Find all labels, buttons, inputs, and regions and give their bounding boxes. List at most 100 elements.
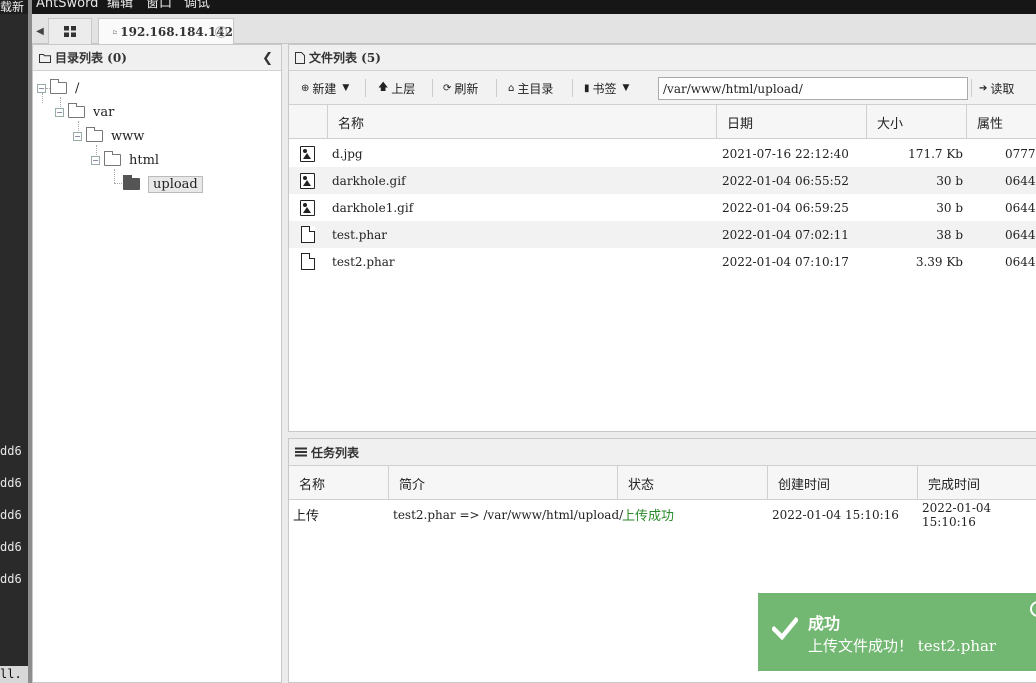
collapse-icon[interactable]: − <box>55 107 64 117</box>
file-attr: 0644 <box>1005 254 1036 269</box>
tree-node-html[interactable]: − html <box>91 151 159 169</box>
file-icon <box>295 51 305 64</box>
home-icon: ⌂ <box>508 82 515 94</box>
tree-node-label: upload <box>148 175 203 193</box>
task-grid-header: 名称 简介 状态 创建时间 完成时间 <box>289 466 1036 500</box>
close-icon[interactable]: ✕ <box>215 26 227 38</box>
file-grid-header: 名称 日期 大小 属性 <box>289 105 1036 139</box>
read-button[interactable]: ➔ 读取 <box>979 79 1014 97</box>
terminal-header-text: 载新 <box>0 0 28 14</box>
menu-edit[interactable]: 编辑 <box>107 0 133 10</box>
column-date[interactable]: 日期 <box>717 105 867 139</box>
background-terminal: 载新 dd6 dd6 dd6 dd6 dd6 ll. <box>0 0 28 683</box>
file-attr: 0644 <box>1005 200 1036 215</box>
tab-home[interactable] <box>48 18 92 44</box>
file-row[interactable]: d.jpg 2021-07-16 22:12:40 171.7 Kb 0777 <box>289 140 1036 167</box>
task-name: 上传 <box>293 509 320 524</box>
terminal-line: dd6 <box>0 444 22 458</box>
refresh-button-label: 刷新 <box>454 81 479 96</box>
terminal-line: dd6 <box>0 572 22 586</box>
file-name: d.jpg <box>332 146 363 161</box>
image-file-icon <box>300 145 315 162</box>
menu-window[interactable]: 窗口 <box>146 0 172 10</box>
file-row[interactable]: darkhole1.gif 2022-01-04 06:59:25 30 b 0… <box>289 194 1036 221</box>
grid-icon <box>64 26 76 37</box>
task-panel-header: 任务列表 <box>289 439 1036 466</box>
success-toast[interactable]: 成功 上传文件成功！ test2.phar <box>758 593 1036 671</box>
tab-host[interactable]: 192.168.184.142 ✕ <box>98 18 234 45</box>
collapse-icon[interactable]: − <box>91 155 100 165</box>
file-date: 2022-01-04 07:10:17 <box>722 254 849 269</box>
bookmark-button[interactable]: ▮ 书签 ▼ <box>584 79 629 97</box>
refresh-icon: ⟳ <box>443 82 452 94</box>
refresh-button[interactable]: ⟳ 刷新 <box>443 79 478 97</box>
task-column-finished[interactable]: 完成时间 <box>918 466 1036 500</box>
file-size: 30 b <box>936 200 963 215</box>
tree-node-upload[interactable]: upload <box>123 175 203 193</box>
menu-bar: AntSword 编辑 窗口 调试 <box>32 0 1036 14</box>
column-name[interactable]: 名称 <box>328 105 717 139</box>
bookmark-button-label: 书签 <box>592 81 617 96</box>
directory-panel-title: 目录列表 (0) <box>55 51 127 65</box>
read-button-label: 读取 <box>990 81 1015 96</box>
path-input[interactable] <box>658 77 968 100</box>
task-created: 2022-01-04 15:10:16 <box>772 507 899 522</box>
terminal-line: dd6 <box>0 508 22 522</box>
tree-node-root[interactable]: − / <box>37 79 79 97</box>
task-row[interactable]: 上传 test2.phar => /var/www/html/upload/ 上… <box>289 501 1036 529</box>
task-column-status[interactable]: 状态 <box>618 466 768 500</box>
close-icon[interactable] <box>1030 601 1036 617</box>
file-date: 2021-07-16 22:12:40 <box>722 146 849 161</box>
caret-down-icon: ▼ <box>342 83 350 93</box>
folder-icon <box>68 103 85 118</box>
up-button[interactable]: 🡅 上层 <box>378 79 415 97</box>
file-panel-title: 文件列表 (5) <box>309 51 381 65</box>
file-toolbar: ⊕ 新建 ▼ 🡅 上层 ⟳ 刷新 ⌂ 主目录 ▮ 书签 ▼ ➔ 读取 <box>289 71 1036 105</box>
column-attr[interactable]: 属性 <box>967 105 1036 139</box>
plus-circle-icon: ⊕ <box>301 82 310 94</box>
tab-scroll-left-icon[interactable]: ◀ <box>34 18 46 44</box>
arrow-up-icon: 🡅 <box>378 81 389 93</box>
task-column-created[interactable]: 创建时间 <box>768 466 918 500</box>
folder-icon <box>86 127 103 142</box>
file-icon <box>301 253 315 270</box>
collapse-icon[interactable]: − <box>73 131 82 141</box>
folder-icon <box>104 151 121 166</box>
tree-node-label: www <box>111 128 145 144</box>
file-row[interactable]: test2.phar 2022-01-04 07:10:17 3.39 Kb 0… <box>289 248 1036 275</box>
file-icon <box>301 226 315 243</box>
file-name: darkhole1.gif <box>332 200 414 215</box>
task-column-name[interactable]: 名称 <box>289 466 389 500</box>
collapse-panel-icon[interactable]: ❮ <box>262 51 273 66</box>
menu-debug[interactable]: 调试 <box>184 0 210 10</box>
file-row[interactable]: test.phar 2022-01-04 07:02:11 38 b 0644 <box>289 221 1036 248</box>
folder-icon <box>113 30 118 34</box>
toast-title: 成功 <box>808 614 841 633</box>
file-size: 3.39 Kb <box>915 254 963 269</box>
home-dir-button-label: 主目录 <box>517 81 554 96</box>
tab-bar: ◀ 192.168.184.142 ✕ <box>32 14 1036 45</box>
file-panel: 文件列表 (5) ⊕ 新建 ▼ 🡅 上层 ⟳ 刷新 ⌂ 主目录 ▮ 书签 ▼ /… <box>288 44 1036 432</box>
tree-node-var[interactable]: − var <box>55 103 114 121</box>
new-button[interactable]: ⊕ 新建 ▼ <box>301 79 349 97</box>
file-name: darkhole.gif <box>332 173 406 188</box>
up-button-label: 上层 <box>391 81 416 96</box>
task-column-desc[interactable]: 简介 <box>389 466 618 500</box>
folder-icon <box>39 53 51 63</box>
menu-app[interactable]: AntSword <box>36 0 98 10</box>
tree-node-label: / <box>75 80 80 96</box>
terminal-bottom-text: ll. <box>0 666 28 683</box>
file-icon-column <box>289 105 328 139</box>
directory-panel: 目录列表 (0) ❮ − / − var − www − html upload <box>32 44 282 683</box>
tree-node-www[interactable]: − www <box>73 127 144 145</box>
file-size: 38 b <box>936 227 963 242</box>
file-date: 2022-01-04 06:55:52 <box>722 173 849 188</box>
home-dir-button[interactable]: ⌂ 主目录 <box>508 79 553 97</box>
column-size[interactable]: 大小 <box>867 105 967 139</box>
checkmark-icon <box>772 616 798 641</box>
file-row[interactable]: darkhole.gif 2022-01-04 06:55:52 30 b 06… <box>289 167 1036 194</box>
new-button-label: 新建 <box>312 81 337 96</box>
collapse-icon[interactable]: − <box>37 83 46 93</box>
file-size: 171.7 Kb <box>908 146 963 161</box>
task-status: 上传成功 <box>622 509 675 524</box>
